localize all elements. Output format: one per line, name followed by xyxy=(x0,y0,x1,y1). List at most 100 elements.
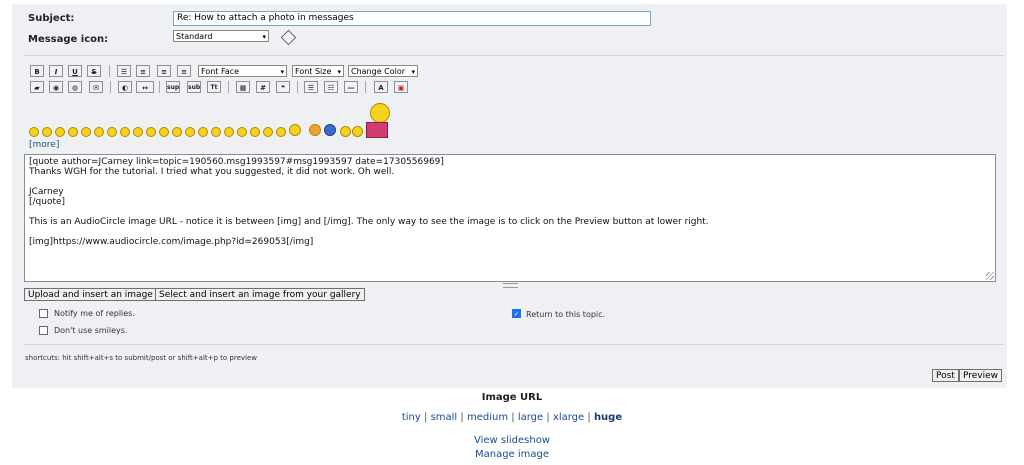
chevron-down-icon: ▾ xyxy=(337,68,341,76)
subject-input[interactable]: Re: How to attach a photo in messages xyxy=(173,11,651,26)
message-line: JCarney xyxy=(29,187,64,197)
toolbar-separator xyxy=(110,81,111,93)
shortcuts-hint: shortcuts: hit shift+alt+s to submit/pos… xyxy=(25,354,258,362)
no-smileys-checkbox[interactable] xyxy=(39,326,48,335)
no-smileys-label: Don't use smileys. xyxy=(54,326,128,335)
size-link-xlarge[interactable]: xlarge xyxy=(553,412,584,423)
sad-icon[interactable] xyxy=(94,127,104,137)
strikethrough-button[interactable]: S xyxy=(87,65,101,77)
rolleyes-icon[interactable] xyxy=(146,127,156,137)
align-left-button[interactable]: ≡ xyxy=(136,65,150,77)
cool-icon[interactable] xyxy=(120,127,130,137)
laugh-icon[interactable] xyxy=(276,127,286,137)
image-size-links: tiny | small | medium | large | xlarge |… xyxy=(0,412,1024,423)
image-url-title: Image URL xyxy=(481,392,543,403)
undecided-icon[interactable] xyxy=(198,127,208,137)
toolbar-separator xyxy=(297,81,298,93)
quote-icon[interactable]: ❝ xyxy=(276,81,290,93)
italic-button[interactable]: I xyxy=(49,65,63,77)
move-icon[interactable]: ↔ xyxy=(136,81,154,93)
toggle-view-icon[interactable]: ▣ xyxy=(394,81,408,93)
smiley-icon[interactable] xyxy=(29,127,39,137)
guitar-icon[interactable] xyxy=(309,124,321,136)
upload-image-button[interactable]: Upload and insert an image xyxy=(24,288,157,301)
afro-icon[interactable] xyxy=(263,127,273,137)
toolbar-separator xyxy=(109,65,110,77)
more-smileys-link[interactable]: [more] xyxy=(29,140,59,150)
align-right-button[interactable]: ≡ xyxy=(177,65,191,77)
view-slideshow-link[interactable]: View slideshow xyxy=(0,435,1024,446)
globe-icon[interactable] xyxy=(324,124,336,136)
superscript-button[interactable]: sup xyxy=(166,81,180,93)
gallery-image-button[interactable]: Select and insert an image from your gal… xyxy=(155,288,365,301)
chevron-down-icon: ▾ xyxy=(411,68,415,76)
embarrassed-icon[interactable] xyxy=(172,127,182,137)
flash-icon[interactable]: ▰ xyxy=(30,81,44,93)
code-button[interactable]: # xyxy=(256,81,270,93)
divider xyxy=(24,55,1004,56)
remove-format-icon[interactable]: A xyxy=(374,81,388,93)
angry-icon[interactable] xyxy=(81,127,91,137)
bullet-list-icon[interactable]: ☰ xyxy=(304,81,318,93)
manage-image-link[interactable]: Manage image xyxy=(0,449,1024,460)
size-link-huge: huge xyxy=(593,412,623,423)
hat-icon[interactable] xyxy=(340,126,351,137)
post-button[interactable]: Post xyxy=(932,369,959,382)
shocked-icon[interactable] xyxy=(107,127,117,137)
chevron-down-icon: ▾ xyxy=(280,68,284,76)
size-link-small[interactable]: small xyxy=(431,412,458,423)
message-line: This is an AudioCircle image URL - notic… xyxy=(29,217,709,227)
lips-sealed-icon[interactable] xyxy=(185,127,195,137)
resize-grip-icon[interactable] xyxy=(986,272,994,280)
preview-button[interactable]: Preview xyxy=(959,369,1003,382)
numbered-list-icon[interactable]: ☷ xyxy=(324,81,338,93)
return-topic-label: Return to this topic. xyxy=(526,310,606,319)
reading-smiley-icon[interactable] xyxy=(370,103,390,123)
message-icon-select[interactable]: Standard ▾ xyxy=(173,30,269,42)
size-link-large[interactable]: large xyxy=(518,412,543,423)
toolbar-separator xyxy=(228,81,229,93)
cry-icon[interactable] xyxy=(224,127,234,137)
align-center-button[interactable]: ≡ xyxy=(157,65,171,77)
huh-icon[interactable] xyxy=(133,127,143,137)
cheesy-icon[interactable] xyxy=(55,127,65,137)
tongue-icon[interactable] xyxy=(159,127,169,137)
bold-button[interactable]: B xyxy=(30,65,44,77)
underline-button[interactable]: U xyxy=(68,65,82,77)
email-icon[interactable]: ✉ xyxy=(89,81,103,93)
message-line: [quote author=JCarney link=topic=190560.… xyxy=(29,157,444,167)
thumbs-up-icon[interactable] xyxy=(352,126,363,137)
chevron-down-icon: ▾ xyxy=(262,33,266,41)
message-textarea[interactable]: [quote author=JCarney link=topic=190560.… xyxy=(24,154,996,282)
textarea-drag-handle[interactable] xyxy=(503,283,518,288)
url-icon[interactable]: ◍ xyxy=(68,81,82,93)
subscript-button[interactable]: sub xyxy=(187,81,201,93)
wink-icon[interactable] xyxy=(42,127,52,137)
font-face-label: Font Face xyxy=(201,67,240,76)
size-link-medium[interactable]: medium xyxy=(467,412,508,423)
book-icon xyxy=(366,122,388,138)
image-icon[interactable]: ◉ xyxy=(49,81,63,93)
message-line: [/quote] xyxy=(29,197,66,207)
font-face-select[interactable]: Font Face ▾ xyxy=(198,65,287,77)
size-link-tiny[interactable]: tiny xyxy=(402,412,421,423)
subject-label: Subject: xyxy=(28,13,75,24)
font-size-select[interactable]: Font Size ▾ xyxy=(292,65,344,77)
azn-icon[interactable] xyxy=(250,127,260,137)
divider xyxy=(24,344,1004,345)
change-color-select[interactable]: Change Color ▾ xyxy=(348,65,418,77)
evil-icon[interactable] xyxy=(237,127,247,137)
table-icon[interactable]: ▦ xyxy=(236,81,250,93)
notify-checkbox[interactable] xyxy=(39,309,48,318)
teletype-button[interactable]: Tt xyxy=(207,81,221,93)
horizontal-rule-icon[interactable]: — xyxy=(344,81,358,93)
kiss-icon[interactable] xyxy=(211,127,221,137)
grin-icon[interactable] xyxy=(68,127,78,137)
thinking-icon[interactable] xyxy=(289,124,301,136)
shadow-icon[interactable]: ◐ xyxy=(118,81,132,93)
message-icon-label: Message icon: xyxy=(28,34,109,45)
preformatted-button[interactable]: ☰ xyxy=(117,65,131,77)
message-line: [img]https://www.audiocircle.com/image.p… xyxy=(29,237,314,247)
toolbar-separator xyxy=(159,81,160,93)
return-topic-checkbox[interactable]: ✓ xyxy=(512,309,521,318)
